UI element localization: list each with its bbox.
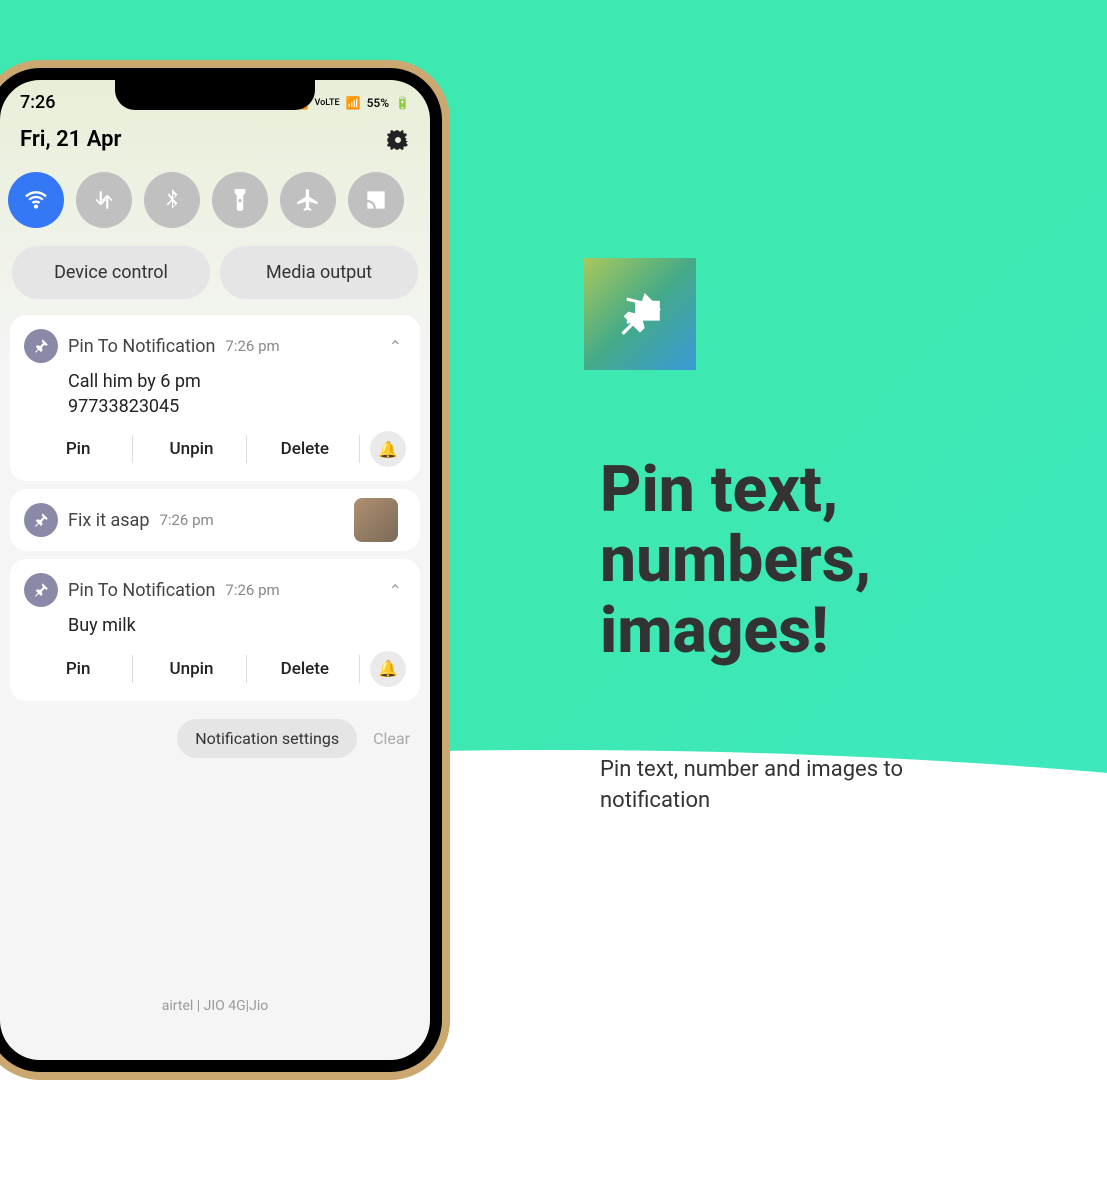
pin-icon (24, 329, 58, 363)
qs-wifi[interactable] (8, 172, 64, 228)
notification-card[interactable]: Pin To Notification 7:26 pm ⌃ Call him b… (10, 315, 420, 481)
battery-percent: 55% (367, 96, 389, 110)
qs-mobile-data[interactable] (76, 172, 132, 228)
qs-bluetooth[interactable] (144, 172, 200, 228)
device-control-button[interactable]: Device control (12, 246, 210, 299)
notification-time: 7:26 pm (225, 581, 279, 599)
battery-icon: 🔋 (395, 96, 410, 110)
bell-icon[interactable]: 🔔 (370, 431, 406, 467)
pin-icon (24, 503, 58, 537)
unpin-action[interactable]: Unpin (137, 435, 246, 463)
app-logo (584, 258, 696, 370)
notification-app-name: Pin To Notification (68, 580, 215, 601)
notification-app-name: Pin To Notification (68, 336, 215, 357)
status-time: 7:26 (20, 92, 55, 113)
notification-app-name: Fix it asap (68, 510, 149, 531)
marketing-subhead: Pin text, number and images to notificat… (600, 755, 980, 817)
notification-settings-button[interactable]: Notification settings (177, 719, 357, 758)
marketing-headline: Pin text, numbers, images! (600, 455, 871, 666)
notification-text: Buy milk (68, 613, 406, 638)
bell-icon[interactable]: 🔔 (370, 651, 406, 687)
signal-bars-icon: 📶 (346, 96, 361, 110)
carrier-label: airtel | JIO 4G|Jio (0, 998, 430, 1014)
phone-notch (115, 80, 315, 110)
unpin-action[interactable]: Unpin (137, 655, 246, 683)
qs-cast[interactable] (348, 172, 404, 228)
quick-settings-row (0, 162, 430, 238)
notification-time: 7:26 pm (159, 511, 213, 529)
media-output-button[interactable]: Media output (220, 246, 418, 299)
delete-action[interactable]: Delete (251, 435, 360, 463)
image-thumbnail[interactable] (354, 498, 398, 542)
lte-indicator: VoLTE (315, 98, 340, 108)
notification-card[interactable]: Pin To Notification 7:26 pm ⌃ Buy milk P… (10, 559, 420, 700)
phone-mockup: 7:26 📶 VoLTE 📶 55% 🔋 Fri, 21 Apr (0, 60, 450, 1080)
notification-card[interactable]: Fix it asap 7:26 pm (10, 489, 420, 551)
pin-action[interactable]: Pin (24, 435, 133, 463)
delete-action[interactable]: Delete (251, 655, 360, 683)
notification-text: Call him by 6 pm (68, 369, 406, 394)
notification-time: 7:26 pm (225, 337, 279, 355)
qs-airplane[interactable] (280, 172, 336, 228)
qs-flashlight[interactable] (212, 172, 268, 228)
collapse-icon[interactable]: ⌃ (389, 581, 402, 600)
pin-icon (24, 573, 58, 607)
clear-button[interactable]: Clear (373, 729, 410, 748)
pin-action[interactable]: Pin (24, 655, 133, 683)
collapse-icon[interactable]: ⌃ (389, 337, 402, 356)
settings-gear-icon[interactable] (386, 128, 410, 152)
notification-text: 97733823045 (68, 394, 406, 419)
date-label: Fri, 21 Apr (20, 127, 121, 152)
